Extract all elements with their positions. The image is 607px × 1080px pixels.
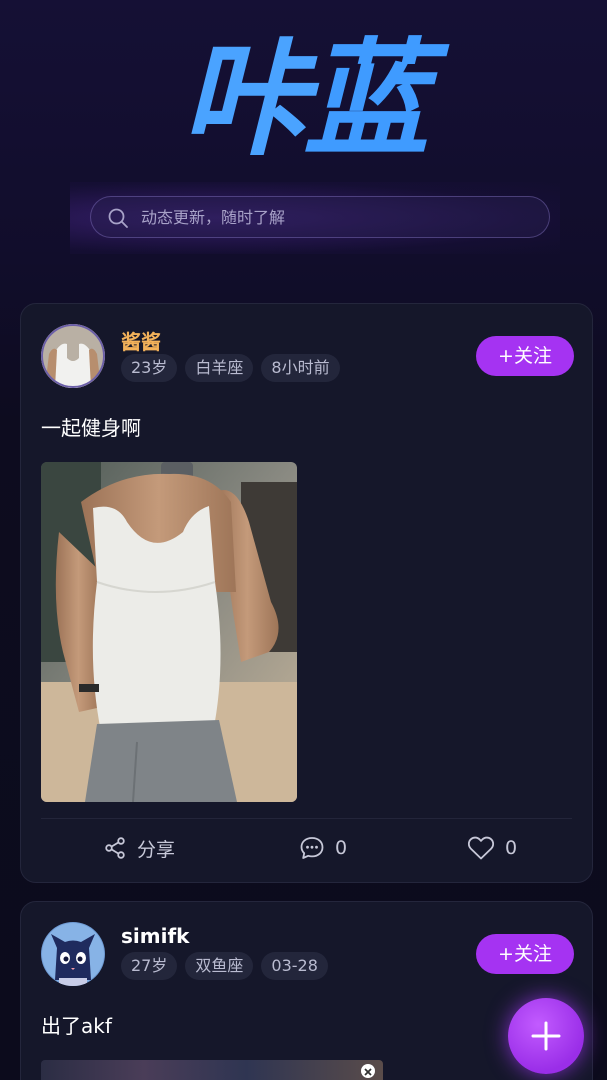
post-text: 一起健身啊	[41, 416, 141, 440]
logo-char-2: 蓝	[303, 26, 430, 173]
search-bar[interactable]	[90, 196, 550, 239]
share-button[interactable]: 分享	[103, 833, 175, 863]
post-card: 酱酱 23岁 白羊座 8小时前 +关注 一起健身啊 分享 0 0	[20, 303, 593, 883]
post-photo[interactable]	[41, 462, 297, 802]
post-photo[interactable]	[41, 1060, 383, 1080]
follow-button[interactable]: +关注	[476, 336, 574, 376]
age-tag: 23岁	[121, 354, 178, 382]
zodiac-tag: 白羊座	[185, 354, 254, 382]
comment-count: 0	[335, 837, 348, 859]
post-card: simifk 27岁 双鱼座 03-28 +关注 出了akf	[20, 901, 593, 1080]
user-tags: 23岁 白羊座 8小时前	[121, 354, 340, 382]
like-button[interactable]: 0	[467, 833, 517, 863]
time-tag: 8小时前	[261, 354, 340, 382]
heart-icon	[467, 835, 495, 861]
avatar[interactable]	[41, 922, 105, 986]
post-actions: 分享 0 0	[41, 818, 572, 881]
share-label: 分享	[137, 838, 176, 861]
post-text: 出了akf	[41, 1014, 112, 1038]
date-tag: 03-28	[261, 952, 328, 980]
app-logo: 咔蓝	[0, 30, 607, 170]
user-tags: 27岁 双鱼座 03-28	[121, 952, 328, 980]
logo-char-1: 咔	[181, 26, 308, 173]
create-post-button[interactable]	[508, 998, 584, 1074]
username[interactable]: simifk	[121, 924, 189, 948]
follow-button[interactable]: +关注	[476, 934, 574, 974]
comment-button[interactable]: 0	[299, 833, 347, 863]
share-icon	[103, 836, 127, 860]
zodiac-tag: 双鱼座	[185, 952, 254, 980]
search-icon	[107, 207, 129, 229]
avatar[interactable]	[41, 324, 105, 388]
search-input[interactable]	[139, 197, 533, 239]
like-count: 0	[505, 837, 518, 859]
age-tag: 27岁	[121, 952, 178, 980]
username[interactable]: 酱酱	[121, 326, 161, 355]
close-icon[interactable]	[361, 1064, 375, 1078]
feed-screen: 咔蓝 酱酱 23岁 白羊座 8小时前	[0, 0, 607, 1080]
comment-icon	[299, 835, 325, 861]
plus-icon	[530, 1020, 562, 1056]
